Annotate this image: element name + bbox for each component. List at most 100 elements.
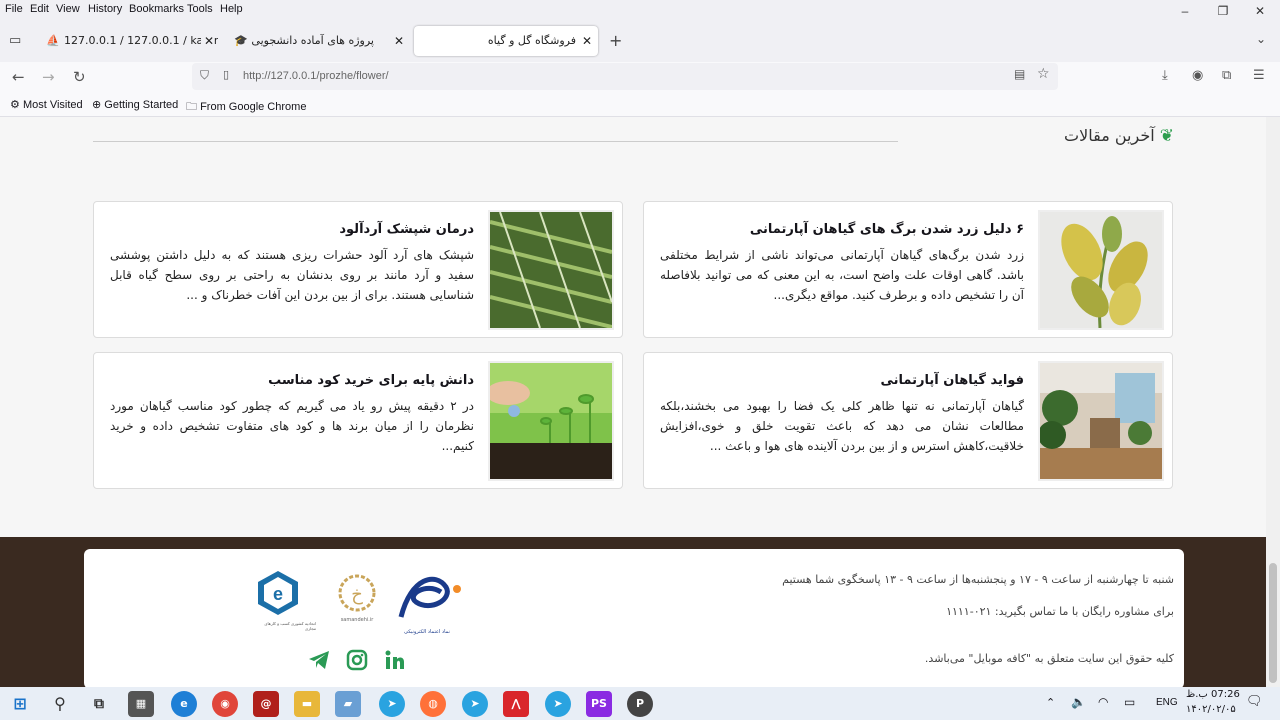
article-title[interactable]: ۶ دلیل زرد شدن برگ های گیاهان آپارتمانی	[750, 222, 1024, 237]
fertilizer-seedlings-image	[490, 363, 612, 479]
menu-view[interactable]: View	[56, 3, 80, 15]
store-icon[interactable]: ▦	[128, 691, 154, 717]
menu-history[interactable]: History	[88, 3, 122, 15]
extensions-icon[interactable]: ⧉	[1222, 68, 1231, 83]
article-excerpt: گیاهان آپارتمانی نه تنها ظاهر کلی یک فضا…	[660, 399, 1024, 453]
footer: شنبه تا چهارشنبه از ساعت ۹ - ۱۷ و پنجشنب…	[0, 537, 1266, 687]
clock-time[interactable]: 07:26 ب.ظ	[1186, 689, 1240, 700]
shield-icon[interactable]: ⛉	[200, 68, 209, 83]
enamad-caption: نماد اعتماد الکترونیکی	[404, 629, 450, 635]
section-title: آخرین مقالات	[1064, 126, 1155, 145]
edge-icon[interactable]: e	[171, 691, 197, 717]
samandehi-logo[interactable]: خ samandehi.ir	[332, 573, 382, 633]
clock-date[interactable]: ۱۴۰۲/۰۲/۰۵	[1186, 704, 1236, 715]
close-icon[interactable]: ✕	[200, 26, 214, 56]
download-icon[interactable]: ⤓	[1162, 68, 1168, 83]
svg-text:خ: خ	[351, 584, 363, 605]
reader-view-icon[interactable]: ▤	[1014, 67, 1025, 81]
close-icon[interactable]: ✕	[394, 26, 404, 56]
article-excerpt: زرد شدن برگ‌های گیاهان آپارتمانی می‌توان…	[660, 248, 1024, 302]
menu-edit[interactable]: Edit	[30, 3, 49, 15]
samandehi-seal-icon: خ	[338, 574, 376, 612]
scrollbar-thumb[interactable]	[1269, 563, 1277, 683]
bookmark-most-visited[interactable]: ⚙ Most Visited	[10, 98, 83, 111]
chevron-up-icon[interactable]: ⌃	[1046, 696, 1055, 709]
etehadie-caption: اتحادیه کشوری کسب و کارهای مجازی	[264, 621, 316, 631]
reload-icon[interactable]: ↻	[73, 68, 86, 86]
article-image[interactable]	[488, 361, 614, 481]
enamad-icon	[398, 576, 461, 618]
new-tab-button[interactable]: +	[609, 31, 622, 50]
firefox-icon[interactable]: ◍	[420, 691, 446, 717]
leaf-icon: ❦	[1159, 126, 1174, 146]
back-icon[interactable]: ←	[12, 68, 25, 86]
article-image[interactable]	[1038, 361, 1164, 481]
file-explorer-icon[interactable]: ▬	[294, 691, 320, 717]
account-icon[interactable]: ◉	[1192, 68, 1203, 83]
apartment-plants-image	[1040, 363, 1162, 479]
acrobat-icon[interactable]: ⋀	[503, 691, 529, 717]
article-card[interactable]: فواید گیاهان آپارتمانی گیاهان آپارتمانی …	[643, 352, 1173, 489]
tab-list-icon[interactable]: ▭	[9, 33, 21, 48]
close-icon[interactable]: ✕	[582, 26, 592, 56]
telegram-taskbar-icon[interactable]: ➤	[379, 691, 405, 717]
tab-flower-shop[interactable]: فروشگاه گل و گیاه ✕	[414, 26, 598, 56]
battery-icon[interactable]: ▭	[1124, 695, 1135, 709]
graduation-cap-icon: 🎓	[234, 34, 248, 47]
telegram-link[interactable]	[308, 650, 330, 674]
linkedin-link[interactable]	[384, 649, 406, 675]
tab-phpmyadmin[interactable]: ⛵ 127.0.0.1 / 127.0.0.1 / kafemobile ✕	[38, 26, 218, 56]
language-indicator[interactable]: ENG	[1156, 697, 1178, 708]
page-content: ❦ آخرین مقالات ۶ دلیل زرد شدن برگ های گی…	[0, 117, 1266, 687]
menu-help[interactable]: Help	[220, 3, 243, 15]
menu-file[interactable]: File	[5, 3, 23, 15]
svg-text:e: e	[273, 584, 283, 604]
contact-phone: برای مشاوره رایگان با ما تماس بگیرید: ۰۲…	[946, 605, 1174, 618]
article-excerpt: در ۲ دقیقه پیش رو یاد می گیریم که چطور ک…	[110, 399, 475, 453]
notification-icon[interactable]: 🗨	[1246, 694, 1263, 709]
article-card[interactable]: درمان شپشک آردآلود شپشک های آرد آلود حشر…	[93, 201, 623, 338]
menu-tools[interactable]: Tools	[187, 3, 213, 15]
yellow-leaves-image	[1040, 212, 1162, 328]
tab-student-projects[interactable]: 🎓 پروژه های آماده دانشجویی ✕	[226, 26, 410, 56]
hexagon-e-icon: e	[258, 571, 298, 615]
app-icon[interactable]: ▰	[335, 691, 361, 717]
bookmark-getting-started[interactable]: ⊕ Getting Started	[92, 98, 178, 111]
instagram-link[interactable]	[346, 649, 368, 675]
chrome-icon[interactable]: ◉	[212, 691, 238, 717]
app-icon[interactable]: P	[627, 691, 653, 717]
app-icon[interactable]: @	[253, 691, 279, 717]
article-title[interactable]: فواید گیاهان آپارتمانی	[880, 373, 1024, 388]
forward-icon[interactable]: →	[42, 68, 55, 86]
article-card[interactable]: دانش پایه برای خرید کود مناسب در ۲ دقیقه…	[93, 352, 623, 489]
windows-start-icon[interactable]: ⊞	[7, 691, 33, 717]
article-title[interactable]: درمان شپشک آردآلود	[339, 222, 474, 237]
bookmark-label: Getting Started	[104, 99, 179, 111]
url-text[interactable]: http://127.0.0.1/prozhe/flower/	[243, 70, 389, 82]
article-card[interactable]: ۶ دلیل زرد شدن برگ های گیاهان آپارتمانی …	[643, 201, 1173, 338]
windows-taskbar: ⊞ ⚲ ⧉ ▦ e ◉ @ ▬ ▰ ➤ ◍ ➤ ⋀ ➤ PS P ⌃ 🔈 ◠ ▭…	[0, 687, 1280, 720]
etehadie-logo[interactable]: e اتحادیه کشوری کسب و کارهای مجازی	[256, 569, 326, 631]
volume-icon[interactable]: 🔈	[1071, 695, 1086, 709]
enamad-logo[interactable]: نماد اعتماد الکترونیکی	[389, 567, 465, 637]
telegram-taskbar-icon[interactable]: ➤	[545, 691, 571, 717]
phpstorm-icon[interactable]: PS	[586, 691, 612, 717]
article-image[interactable]	[488, 210, 614, 330]
bookmark-from-chrome[interactable]: 🗀 From Google Chrome	[186, 98, 306, 117]
tab-label: پروژه های آماده دانشجویی	[251, 34, 374, 47]
wifi-icon[interactable]: ◠	[1098, 695, 1108, 709]
page-scrollbar[interactable]	[1266, 117, 1280, 687]
working-hours: شنبه تا چهارشنبه از ساعت ۹ - ۱۷ و پنجشنب…	[782, 573, 1174, 586]
chevron-down-icon[interactable]: ⌄	[1256, 32, 1266, 46]
task-view-icon[interactable]: ⧉	[86, 691, 112, 717]
menu-icon[interactable]: ☰	[1253, 68, 1265, 83]
search-icon[interactable]: ⚲	[47, 691, 73, 717]
article-title[interactable]: دانش پایه برای خرید کود مناسب	[268, 373, 474, 388]
menu-bookmarks[interactable]: Bookmarks	[129, 3, 184, 15]
url-bar[interactable]: ⛉ ▯ http://127.0.0.1/prozhe/flower/ ▤ ☆	[192, 63, 1058, 90]
telegram-taskbar-icon[interactable]: ➤	[462, 691, 488, 717]
article-image[interactable]	[1038, 210, 1164, 330]
star-icon[interactable]: ☆	[1037, 66, 1050, 82]
phpmyadmin-icon: ⛵	[46, 34, 60, 47]
menu-bar: File Edit View History Bookmarks Tools H…	[0, 0, 1280, 19]
